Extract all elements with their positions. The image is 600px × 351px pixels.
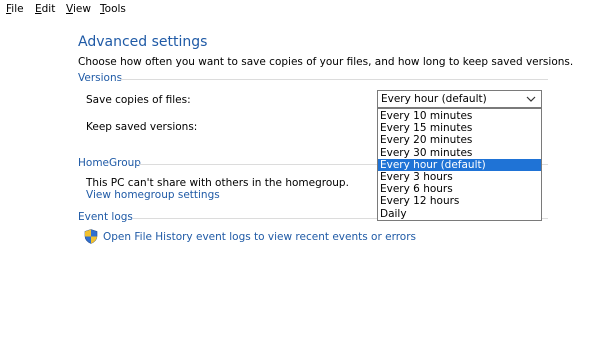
menu-file[interactable]: File	[6, 2, 24, 16]
menu-tools[interactable]: Tools	[100, 2, 126, 16]
keep-versions-label: Keep saved versions:	[86, 121, 198, 133]
dropdown-option[interactable]: Every 20 minutes	[378, 134, 541, 146]
page-title: Advanced settings	[78, 34, 208, 50]
versions-header: Versions	[78, 72, 123, 84]
save-copies-dropdown-list: Every 10 minutes Every 15 minutes Every 20…	[377, 108, 542, 221]
save-copies-select[interactable]: Every hour (default)	[377, 90, 542, 108]
menu-bar: File Edit View Tools	[0, 0, 600, 17]
dropdown-option[interactable]: Every 6 hours	[378, 183, 541, 195]
save-copies-label: Save copies of files:	[86, 94, 191, 106]
dropdown-option[interactable]: Every 30 minutes	[378, 147, 541, 159]
save-copies-value: Every hour (default)	[381, 93, 487, 105]
versions-divider	[120, 79, 548, 80]
event-logs-header: Event logs	[78, 211, 133, 223]
uac-shield-icon	[84, 229, 98, 244]
open-event-logs-link[interactable]: Open File History event logs to view rec…	[103, 231, 416, 243]
menu-edit[interactable]: Edit	[35, 2, 55, 16]
dropdown-option[interactable]: Every 3 hours	[378, 171, 541, 183]
dropdown-option[interactable]: Every 10 minutes	[378, 110, 541, 122]
page-description: Choose how often you want to save copies…	[78, 56, 574, 68]
chevron-down-icon	[526, 96, 536, 102]
homegroup-header: HomeGroup	[78, 157, 141, 169]
dropdown-option[interactable]: Every 12 hours	[378, 195, 541, 207]
dropdown-option[interactable]: Every 15 minutes	[378, 122, 541, 134]
homegroup-message: This PC can't share with others in the h…	[86, 177, 349, 189]
menu-view[interactable]: View	[66, 2, 91, 16]
view-homegroup-settings-link[interactable]: View homegroup settings	[86, 189, 220, 201]
dropdown-option[interactable]: Daily	[378, 208, 541, 220]
dropdown-option[interactable]: Every hour (default)	[378, 158, 541, 171]
